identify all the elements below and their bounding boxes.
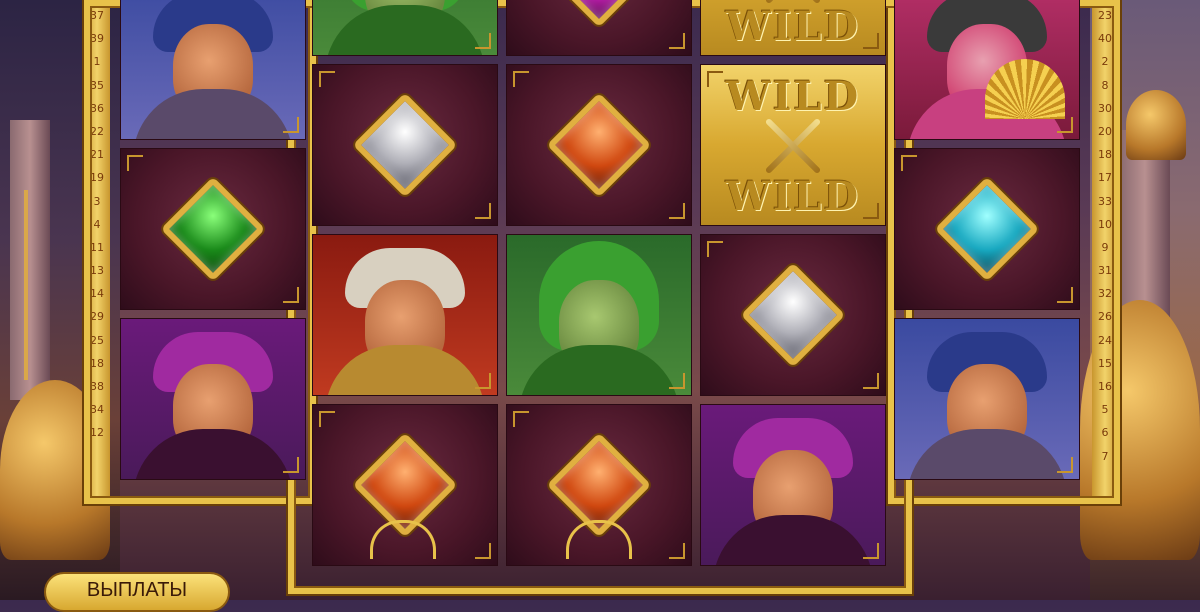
symbol-gem-green bbox=[120, 148, 306, 310]
wild-label: WILD bbox=[725, 3, 861, 50]
character-body bbox=[907, 429, 1067, 479]
symbol-sultan bbox=[312, 234, 498, 396]
wizard-character-icon bbox=[701, 405, 885, 565]
orange-gem-icon bbox=[546, 92, 652, 198]
wild-label: WILD bbox=[725, 173, 861, 220]
symbol-pirate bbox=[120, 0, 306, 140]
character-body bbox=[325, 5, 485, 55]
symbol-gem-silver bbox=[700, 234, 886, 396]
symbol-wizard bbox=[120, 318, 306, 480]
wizard-character-icon bbox=[121, 319, 305, 479]
background-spire bbox=[24, 190, 28, 380]
character-body bbox=[133, 89, 293, 139]
symbol-gem-cyan bbox=[894, 148, 1080, 310]
symbol-gem-magenta bbox=[506, 0, 692, 56]
green-character-icon bbox=[313, 0, 497, 55]
lady-character-icon bbox=[895, 0, 1079, 139]
green-character-icon bbox=[507, 235, 691, 395]
pirate-character-icon bbox=[121, 0, 305, 139]
symbol-gem-orange bbox=[506, 64, 692, 226]
silver-gem-icon bbox=[740, 262, 846, 368]
symbol-pirate bbox=[894, 318, 1080, 480]
pirate-character-icon bbox=[895, 319, 1079, 479]
symbol-wild: WILDWILD bbox=[700, 64, 886, 226]
magenta-gem-icon bbox=[546, 0, 652, 28]
background-dome bbox=[1126, 90, 1186, 160]
cyan-gem-icon bbox=[934, 176, 1040, 282]
symbol-lady bbox=[894, 0, 1080, 140]
character-body bbox=[133, 429, 293, 479]
symbol-gem-silver bbox=[312, 64, 498, 226]
symbol-green bbox=[312, 0, 498, 56]
silver-gem-icon bbox=[352, 92, 458, 198]
symbol-wild: WILDWILD bbox=[700, 0, 886, 56]
symbol-wizard bbox=[700, 404, 886, 566]
character-body bbox=[519, 345, 679, 395]
character-body bbox=[325, 345, 485, 395]
crossed-swords-icon bbox=[738, 109, 848, 179]
character-body bbox=[713, 515, 873, 565]
sultan-character-icon bbox=[313, 235, 497, 395]
symbol-green bbox=[506, 234, 692, 396]
background-tower bbox=[10, 120, 50, 400]
green-gem-icon bbox=[160, 176, 266, 282]
payouts-button[interactable]: ВЫПЛАТЫ bbox=[44, 572, 230, 612]
